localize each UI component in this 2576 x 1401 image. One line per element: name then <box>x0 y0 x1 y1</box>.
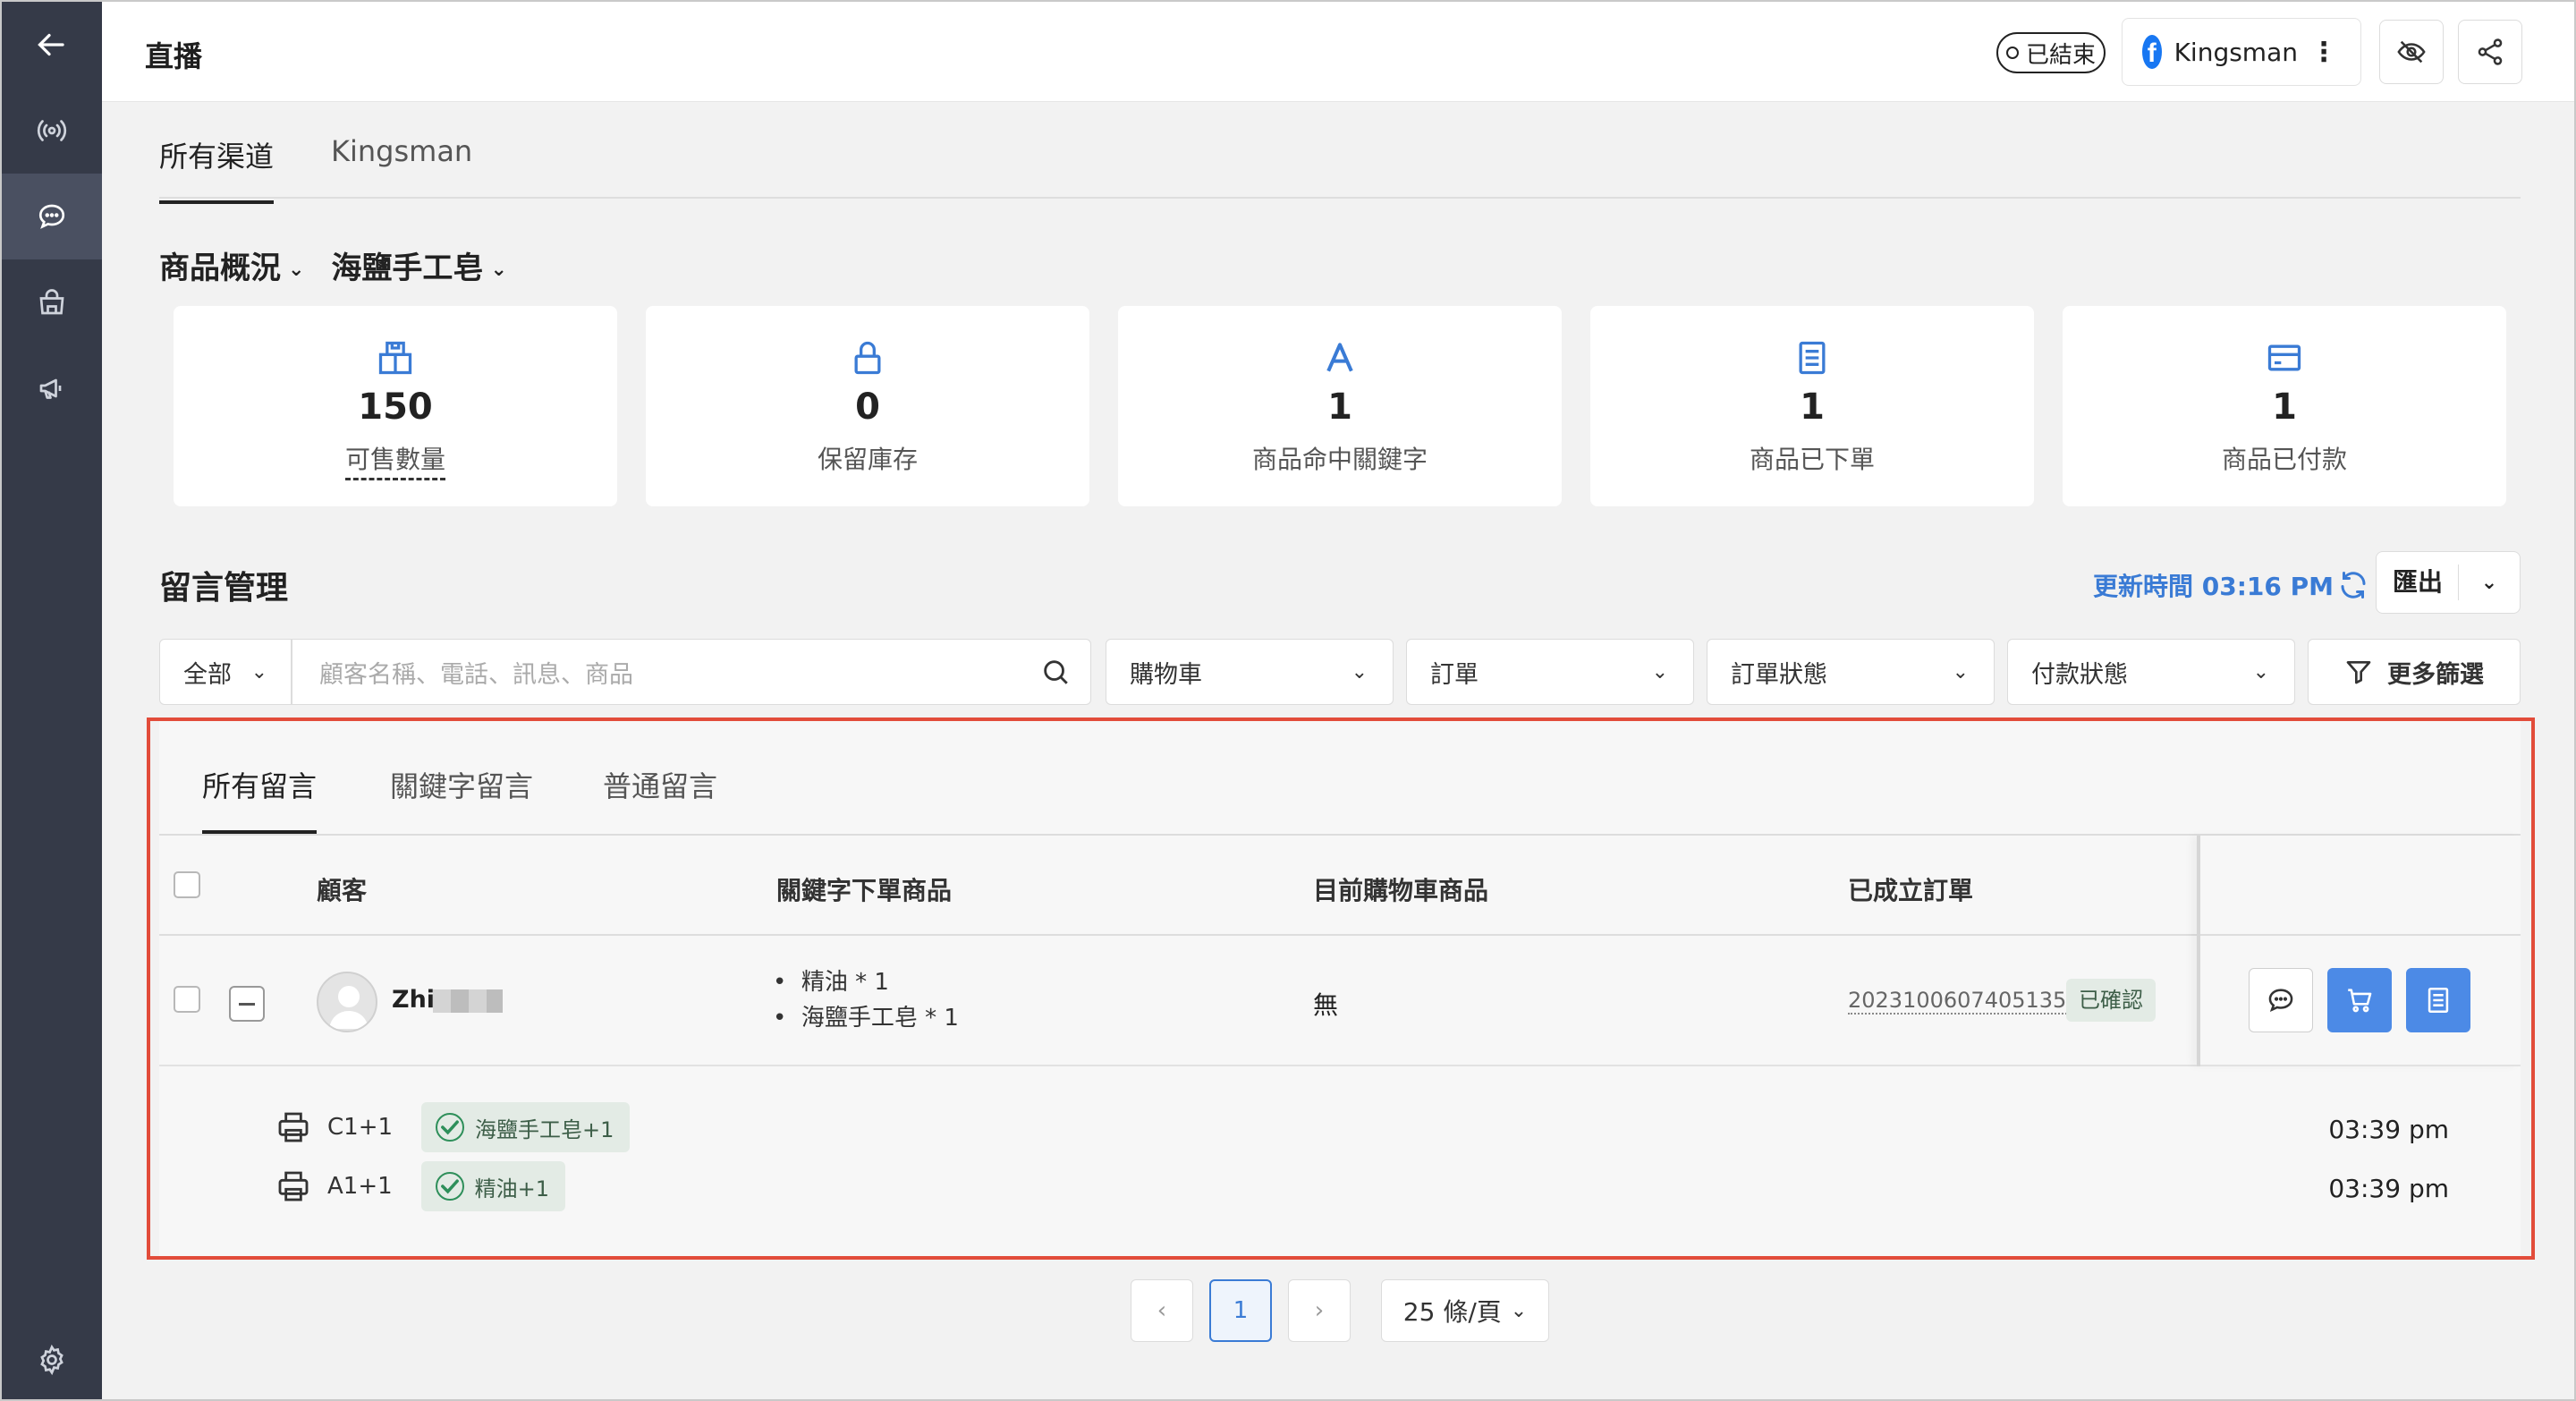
hide-button[interactable] <box>2379 20 2444 84</box>
payment-status-filter[interactable]: 付款狀態 ⌄ <box>2007 639 2295 705</box>
order-filter[interactable]: 訂單 ⌄ <box>1406 639 1694 705</box>
export-button[interactable]: 匯出 ⌄ <box>2376 551 2521 614</box>
scope-select[interactable]: 全部 ⌄ <box>159 639 292 705</box>
tab-all-channels[interactable]: 所有渠道 <box>159 134 275 204</box>
search-input[interactable]: 顧客名稱、電話、訊息、商品 <box>292 639 1091 705</box>
chevron-down-icon: ⌄ <box>250 660 267 684</box>
stat-value: 1 <box>1800 386 1825 428</box>
chevron-down-icon: ⌄ <box>2252 660 2269 684</box>
overview-label: 商品概況 <box>159 250 281 286</box>
stat-label: 商品已付款 <box>2221 445 2347 474</box>
shop-bag-icon[interactable] <box>2 259 102 345</box>
payment-status-filter-label: 付款狀態 <box>2031 660 2128 689</box>
stat-label: 保留庫存 <box>817 445 918 474</box>
channel-selector[interactable]: f Kingsman ⋮ <box>2122 18 2361 86</box>
chevron-right-icon: › <box>1314 1297 1325 1324</box>
share-icon <box>2478 38 2503 65</box>
next-page-button[interactable]: › <box>1288 1279 1351 1342</box>
page-number-button[interactable]: 1 <box>1209 1279 1272 1342</box>
stat-label: 商品已下單 <box>1749 445 1875 474</box>
keyword-icon <box>1326 343 1353 372</box>
chevron-down-icon: ⌄ <box>288 259 305 281</box>
live-status-label: 已結束 <box>2025 41 2096 69</box>
top-bar: 直播 已結束 f Kingsman ⋮ <box>102 2 2574 102</box>
order-icon <box>1799 341 1826 375</box>
overview-dropdown[interactable]: 商品概況 ⌄ <box>159 243 304 287</box>
page-title: 直播 <box>145 39 203 73</box>
search-placeholder: 顧客名稱、電話、訊息、商品 <box>319 660 633 689</box>
cart-filter-label: 購物車 <box>1130 660 1202 689</box>
chevron-down-icon: ⌄ <box>1351 660 1368 684</box>
eye-off-icon <box>2397 40 2426 64</box>
order-filter-label: 訂單 <box>1430 660 1479 689</box>
comments-section-title: 留言管理 <box>159 570 289 607</box>
back-icon[interactable] <box>2 2 102 88</box>
box-icon <box>378 341 412 375</box>
product-name: 海鹽手工皂 <box>331 250 484 286</box>
refresh-button[interactable]: 更新時間 03:16 PM <box>2093 567 2369 603</box>
chevron-left-icon: ‹ <box>1157 1297 1167 1324</box>
app-window: 直播 已結束 f Kingsman ⋮ 所有渠道 Kingsman 商品概況 ⌄ … <box>0 0 2576 1401</box>
stat-value: 1 <box>2272 386 2297 428</box>
comments-icon[interactable] <box>2 174 102 259</box>
share-button[interactable] <box>2458 20 2522 84</box>
more-filters-button[interactable]: 更多篩選 <box>2308 639 2521 705</box>
facebook-icon: f <box>2142 35 2162 69</box>
page-size-select[interactable]: 25 條/頁 ⌄ <box>1381 1279 1549 1342</box>
prev-page-button[interactable]: ‹ <box>1131 1279 1193 1342</box>
channel-name: Kingsman <box>2174 37 2298 67</box>
chevron-down-icon: ⌄ <box>1510 1299 1528 1322</box>
stat-card-paid: 1 商品已付款 <box>2063 306 2506 506</box>
stat-label: 商品命中關鍵字 <box>1251 445 1428 474</box>
refresh-icon <box>2341 572 2366 599</box>
lock-icon <box>854 341 881 375</box>
live-status-badge: 已結束 <box>1996 32 2106 73</box>
filter-funnel-icon <box>2346 661 2371 684</box>
chevron-down-icon: ⌄ <box>490 259 507 281</box>
cart-filter[interactable]: 購物車 ⌄ <box>1106 639 1394 705</box>
stat-value: 150 <box>358 386 433 428</box>
stat-card-keyword-hits: 1 商品命中關鍵字 <box>1118 306 1562 506</box>
product-dropdown[interactable]: 海鹽手工皂 ⌄ <box>331 243 506 287</box>
chevron-down-icon: ⌄ <box>1952 660 1969 684</box>
live-broadcast-icon[interactable] <box>2 88 102 174</box>
export-label: 匯出 <box>2377 565 2459 600</box>
stat-card-reserved-stock: 0 保留庫存 <box>646 306 1089 506</box>
card-icon <box>2267 344 2301 371</box>
stat-value: 0 <box>855 386 880 428</box>
update-time-label: 更新時間 03:16 PM <box>2093 572 2334 601</box>
order-status-filter-label: 訂單狀態 <box>1731 660 1827 689</box>
page-size-value: 25 條/頁 <box>1402 1297 1502 1327</box>
product-overview-header: 商品概況 ⌄ 海鹽手工皂 ⌄ <box>159 243 507 287</box>
more-filters-label: 更多篩選 <box>2387 660 2484 689</box>
more-options-icon[interactable]: ⋮ <box>2310 37 2337 68</box>
megaphone-icon[interactable] <box>2 345 102 431</box>
chevron-down-icon[interactable]: ⌄ <box>2459 572 2520 594</box>
channel-tabs: 所有渠道 Kingsman <box>159 127 2521 204</box>
sidebar <box>2 2 102 1399</box>
stat-card-ordered: 1 商品已下單 <box>1590 306 2034 506</box>
chevron-down-icon: ⌄ <box>1651 660 1668 684</box>
stat-label[interactable]: 可售數量 <box>174 440 617 480</box>
stat-value: 1 <box>1327 386 1352 428</box>
tab-kingsman[interactable]: Kingsman <box>331 134 472 193</box>
status-dot-icon <box>2005 47 2019 59</box>
search-icon[interactable] <box>1040 657 1071 687</box>
scope-value: 全部 <box>183 660 232 689</box>
stat-card-available-qty: 150 可售數量 <box>174 306 617 506</box>
highlight-outline <box>147 717 2535 1260</box>
order-status-filter[interactable]: 訂單狀態 ⌄ <box>1707 639 1995 705</box>
settings-gear-icon[interactable] <box>2 1317 102 1399</box>
